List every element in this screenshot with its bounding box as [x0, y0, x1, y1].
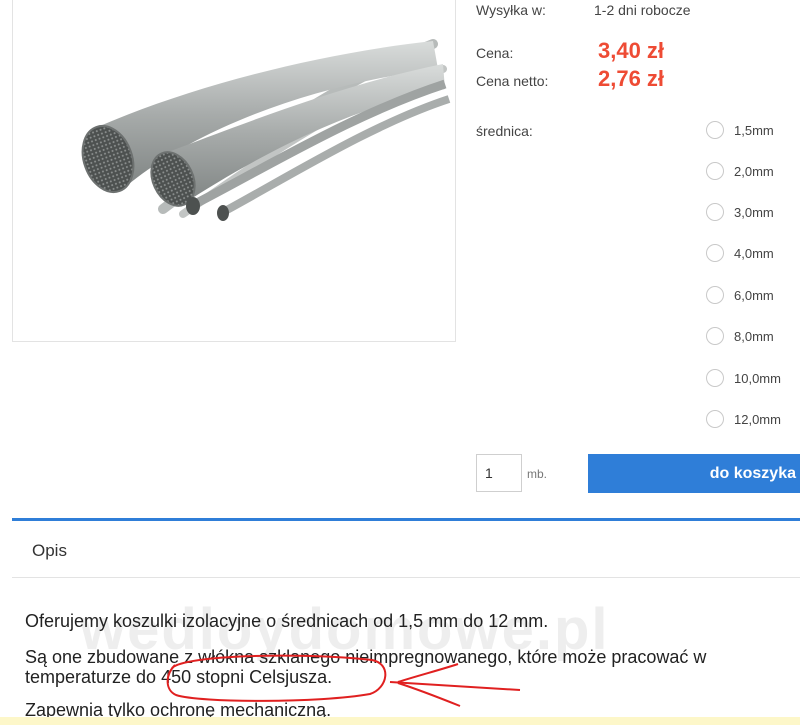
diameter-option-6-0mm[interactable]: 6,0mm	[706, 284, 800, 306]
radio-circle-icon[interactable]	[706, 203, 724, 221]
diameter-label: średnica:	[476, 123, 533, 139]
diameter-option-label: 10,0mm	[734, 370, 781, 386]
description-tab-bar: Opis	[12, 518, 800, 578]
description-paragraph-2-line-1: Są one zbudowane z włókna szklanego niei…	[25, 647, 707, 667]
diameter-option-3-0mm[interactable]: 3,0mm	[706, 201, 800, 223]
diameter-option-label: 2,0mm	[734, 163, 774, 179]
price-label: Cena:	[476, 45, 514, 61]
description-paragraph-1: Oferujemy koszulki izolacyjne o średnica…	[25, 611, 549, 631]
shipping-value: 1-2 dni robocze	[594, 2, 691, 18]
bottom-highlight-bar	[0, 717, 800, 725]
description-paragraph-2-line-2: temperaturze do 450 stopni Celsjusza.	[25, 667, 333, 687]
diameter-option-10-0mm[interactable]: 10,0mm	[706, 367, 800, 389]
diameter-option-label: 8,0mm	[734, 328, 774, 344]
diameter-option-label: 1,5mm	[734, 122, 774, 138]
diameter-option-label: 3,0mm	[734, 204, 774, 220]
diameter-option-1-5mm[interactable]: 1,5mm	[706, 119, 800, 141]
radio-circle-icon[interactable]	[706, 162, 724, 180]
radio-circle-icon[interactable]	[706, 244, 724, 262]
radio-circle-icon[interactable]	[706, 327, 724, 345]
net-price-label: Cena netto:	[476, 73, 549, 89]
diameter-option-label: 4,0mm	[734, 245, 774, 261]
radio-circle-icon[interactable]	[706, 286, 724, 304]
product-image[interactable]	[12, 0, 456, 342]
tab-description[interactable]: Opis	[32, 541, 67, 561]
diameter-option-label: 12,0mm	[734, 411, 781, 427]
net-price-value: 2,76 zł	[598, 66, 665, 91]
diameter-option-8-0mm[interactable]: 8,0mm	[706, 325, 800, 347]
fiberglass-sleeves-photo-icon	[81, 39, 451, 221]
radio-circle-icon[interactable]	[706, 410, 724, 428]
radio-circle-icon[interactable]	[706, 121, 724, 139]
shipping-label: Wysyłka w:	[476, 2, 546, 18]
price-value: 3,40 zł	[598, 38, 665, 63]
radio-circle-icon[interactable]	[706, 369, 724, 387]
diameter-option-2-0mm[interactable]: 2,0mm	[706, 160, 800, 182]
diameter-option-12-0mm[interactable]: 12,0mm	[706, 408, 800, 430]
diameter-option-4-0mm[interactable]: 4,0mm	[706, 242, 800, 264]
diameter-option-label: 6,0mm	[734, 287, 774, 303]
quantity-unit: mb.	[527, 467, 548, 481]
add-to-cart-button[interactable]: do koszyka	[588, 454, 800, 493]
quantity-input[interactable]	[476, 454, 522, 492]
